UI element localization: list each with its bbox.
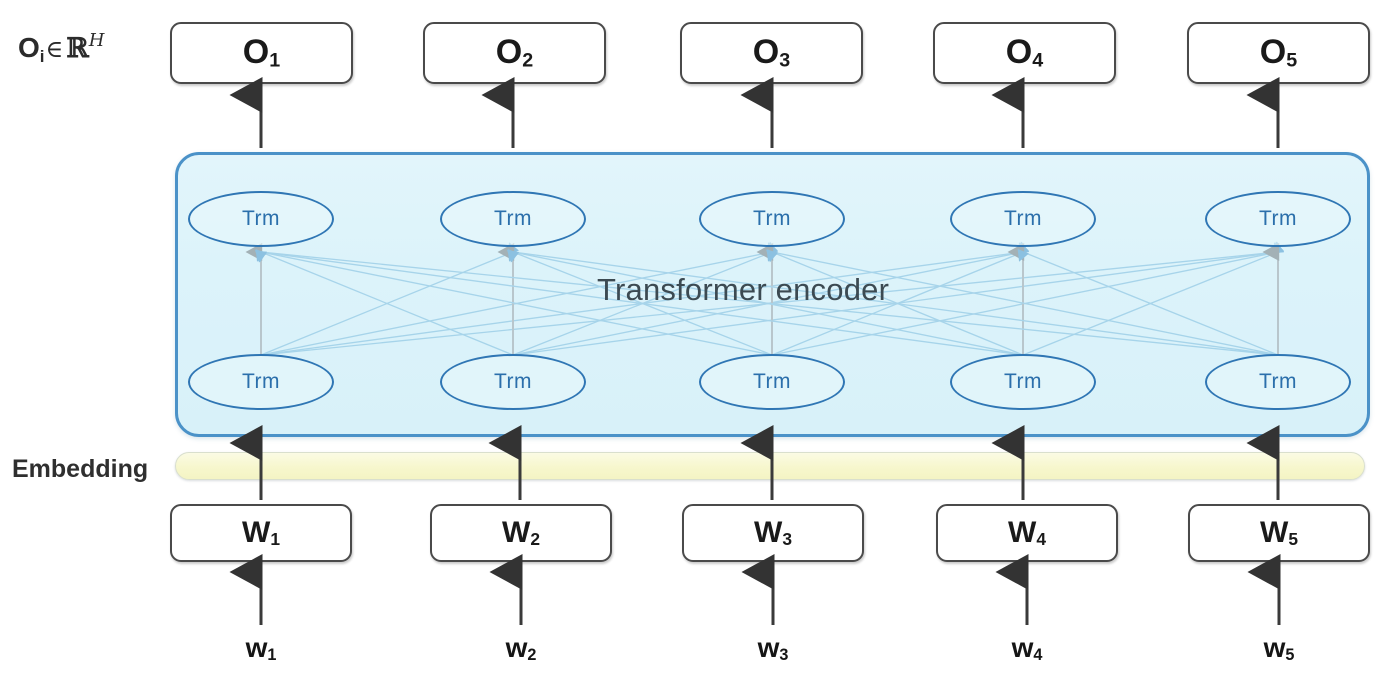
diagram-canvas: Oi∈ ℝH O1 O2 O3 O4 O5 Transformer encode…: [0, 0, 1390, 678]
flow-arrows: [229, 77, 1281, 625]
